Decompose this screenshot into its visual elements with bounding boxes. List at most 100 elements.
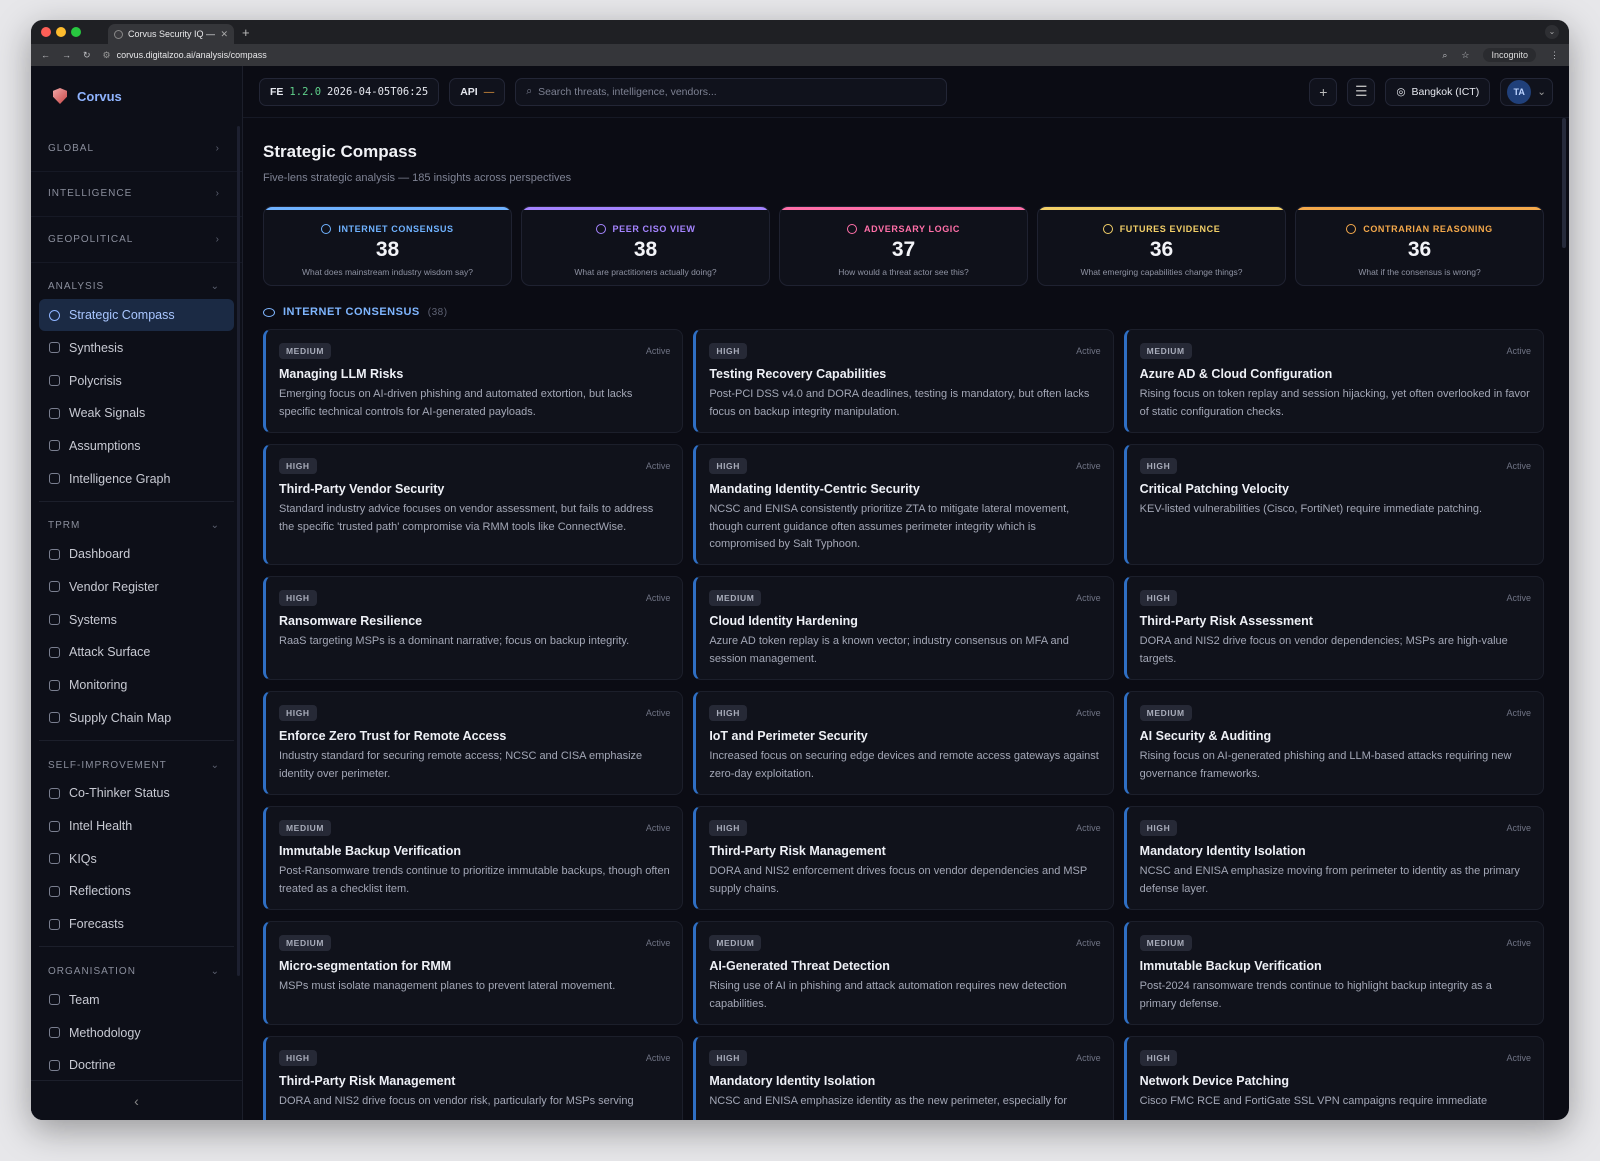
tab-search-chevron-icon[interactable]: ⌄ [1545, 25, 1559, 39]
api-status-badge[interactable]: API — [449, 77, 506, 106]
section-intelligence[interactable]: INTELLIGENCE › [31, 172, 242, 218]
add-button[interactable]: + [1309, 77, 1338, 106]
site-info-icon[interactable]: ⚙ [103, 50, 111, 61]
user-menu[interactable]: TA ⌄ [1500, 77, 1553, 106]
insight-card[interactable]: HIGH Active Third-Party Risk Management DOR… [263, 1036, 684, 1120]
insight-card[interactable]: HIGH Active Third-Party Vendor Security Sta… [263, 444, 684, 565]
global-search[interactable]: ⌕ Search threats, intelligence, vendors.… [515, 77, 948, 106]
sidebar-item-co-thinker-status[interactable]: Co-Thinker Status [39, 777, 234, 810]
insight-card[interactable]: MEDIUM Active Cloud Identity Hardening Azur… [693, 576, 1114, 680]
lens-card-futures-evidence[interactable]: FUTURES EVIDENCE 36 What emerging capabili… [1037, 206, 1286, 286]
sidebar-item-weak-signals[interactable]: Weak Signals [39, 397, 234, 430]
lens-icon [1102, 224, 1113, 234]
main-scrollbar[interactable] [1562, 118, 1566, 248]
lens-card-peer-ciso-view[interactable]: PEER CISO VIEW 38 What are practitioners a… [521, 206, 770, 286]
forward-icon[interactable]: → [62, 50, 71, 60]
card-header: HIGH Active [709, 343, 1101, 359]
sidebar-item-methodology[interactable]: Methodology [39, 1016, 234, 1049]
maximize-window-dot[interactable] [71, 27, 81, 37]
main-area: FE 1.2.0 2026-04-05T06:25 API — ⌕ Search… [243, 66, 1569, 1120]
card-title: Mandatory Identity Isolation [1139, 844, 1306, 858]
section-analysis[interactable]: ANALYSIS ⌄ [31, 275, 242, 299]
incognito-badge[interactable]: Incognito [1483, 48, 1536, 62]
card-header: HIGH Active [709, 1050, 1101, 1066]
insight-card[interactable]: HIGH Active Mandatory Identity Isolation NC… [1123, 806, 1544, 910]
category-header[interactable]: INTERNET CONSENSUS (38) [263, 306, 1544, 318]
sidebar-item-assumptions[interactable]: Assumptions [39, 430, 234, 463]
collapse-sidebar-button[interactable]: ‹ [31, 1080, 242, 1120]
browser-menu-icon[interactable]: ⋮ [1550, 50, 1559, 61]
insight-card[interactable]: HIGH Active Mandating Identity-Centric Sec… [693, 444, 1114, 565]
sidebar-item-intelligence-graph[interactable]: Intelligence Graph [39, 462, 234, 495]
chevron-down-icon: ⌄ [210, 520, 220, 532]
sidebar-item-reflections[interactable]: Reflections [39, 875, 234, 908]
card-header: HIGH Active [1139, 590, 1531, 606]
insight-card[interactable]: MEDIUM Active AI-Generated Threat Detectio… [693, 921, 1114, 1025]
severity-badge: HIGH [709, 343, 747, 359]
sidebar-scrollbar[interactable] [237, 126, 240, 976]
card-description: DORA and NIS2 enforcement drives focus o… [709, 865, 1088, 895]
timezone-selector[interactable]: ◎ Bangkok (ICT) [1385, 77, 1491, 106]
card-title: Ransomware Resilience [279, 614, 423, 628]
sidebar-item-doctrine[interactable]: Doctrine [39, 1049, 234, 1082]
section-tprm[interactable]: TPRM ⌄ [31, 514, 242, 538]
lens-card-adversary-logic[interactable]: ADVERSARY LOGIC 37 How would a threat acto… [779, 206, 1028, 286]
bookmark-star-icon[interactable]: ☆ [1461, 50, 1469, 61]
insight-card[interactable]: MEDIUM Active Micro-segmentation for RMM MS… [263, 921, 684, 1025]
sidebar-item-systems[interactable]: Systems [39, 603, 234, 636]
insight-card[interactable]: HIGH Active Testing Recovery Capabilities P… [693, 329, 1114, 433]
minimize-window-dot[interactable] [56, 27, 66, 37]
sidebar-item-synthesis[interactable]: Synthesis [39, 331, 234, 364]
section-label: GEOPOLITICAL [48, 233, 134, 245]
lens-count: 37 [891, 238, 916, 261]
lens-header: CONTRARIAN REASONING [1296, 224, 1543, 234]
sidebar-item-dashboard[interactable]: Dashboard [39, 538, 234, 571]
section-organisation[interactable]: ORGANISATION ⌄ [31, 959, 242, 983]
insight-card[interactable]: MEDIUM Active Immutable Backup Verificatio… [263, 806, 684, 910]
sidebar-item-vendor-register[interactable]: Vendor Register [39, 571, 234, 604]
insight-card[interactable]: MEDIUM Active Managing LLM Risks Emerging f… [263, 329, 684, 433]
sidebar-item-label: Weak Signals [69, 406, 146, 421]
sidebar-item-intel-health[interactable]: Intel Health [39, 810, 234, 843]
section-global[interactable]: GLOBAL › [31, 126, 242, 172]
card-title: Immutable Backup Verification [1139, 959, 1322, 973]
lens-card-internet-consensus[interactable]: INTERNET CONSENSUS 38 What does mainstream… [263, 206, 512, 286]
zoom-icon[interactable]: ⌕ [1442, 50, 1447, 61]
address-bar[interactable]: ⚙ corvus.digitalzoo.ai/analysis/compass [103, 50, 1431, 61]
lens-card-contrarian-reasoning[interactable]: CONTRARIAN REASONING 36 What if the consen… [1295, 206, 1544, 286]
insight-card[interactable]: HIGH Active Ransomware Resilience RaaS targ… [263, 576, 684, 680]
insight-card[interactable]: HIGH Active Third-Party Risk Management DOR… [693, 806, 1114, 910]
sidebar-item-supply-chain-map[interactable]: Supply Chain Map [39, 701, 234, 734]
close-tab-icon[interactable]: ✕ [220, 29, 228, 40]
sidebar-item-monitoring[interactable]: Monitoring [39, 669, 234, 702]
sidebar-item-team[interactable]: Team [39, 983, 234, 1016]
card-header: HIGH Active [1139, 1050, 1531, 1066]
section-self-improvement[interactable]: SELF-IMPROVEMENT ⌄ [31, 753, 242, 777]
brand[interactable]: Corvus [31, 66, 242, 126]
insight-card[interactable]: HIGH Active Enforce Zero Trust for Remote … [263, 691, 684, 795]
insight-card[interactable]: MEDIUM Active AI Security & Auditing Rising… [1123, 691, 1544, 795]
insight-card[interactable]: HIGH Active IoT and Perimeter Security Incr… [693, 691, 1114, 795]
card-header: HIGH Active [1139, 820, 1531, 836]
close-window-dot[interactable] [41, 27, 51, 37]
new-tab-icon[interactable]: + [242, 25, 250, 40]
card-title: Critical Patching Velocity [1139, 482, 1290, 496]
severity-badge: MEDIUM [279, 820, 332, 836]
sidebar-item-polycrisis[interactable]: Polycrisis [39, 364, 234, 397]
section-geopolitical[interactable]: GEOPOLITICAL › [31, 217, 242, 263]
reload-icon[interactable]: ↻ [83, 50, 91, 61]
browser-tab[interactable]: Corvus Security IQ — AI-Pow ✕ [108, 24, 234, 44]
filter-settings-button[interactable]: ☰ [1347, 77, 1376, 106]
insight-card[interactable]: HIGH Active Mandatory Identity Isolation NC… [693, 1036, 1114, 1120]
insight-card[interactable]: MEDIUM Active Immutable Backup Verificatio… [1123, 921, 1544, 1025]
insight-card[interactable]: HIGH Active Network Device Patching Cisco F… [1123, 1036, 1544, 1120]
back-icon[interactable]: ← [41, 50, 50, 60]
insight-card[interactable]: HIGH Active Third-Party Risk Assessment DOR… [1123, 576, 1544, 680]
insight-card[interactable]: MEDIUM Active Azure AD & Cloud Configurati… [1123, 329, 1544, 433]
lens-header: PEER CISO VIEW [522, 224, 769, 234]
sidebar-item-forecasts[interactable]: Forecasts [39, 908, 234, 941]
sidebar-item-attack-surface[interactable]: Attack Surface [39, 636, 234, 669]
sidebar-item-strategic-compass[interactable]: Strategic Compass [39, 298, 234, 332]
sidebar-item-kiqs[interactable]: KIQs [39, 842, 234, 875]
insight-card[interactable]: HIGH Active Critical Patching Velocity KEV-… [1123, 444, 1544, 565]
